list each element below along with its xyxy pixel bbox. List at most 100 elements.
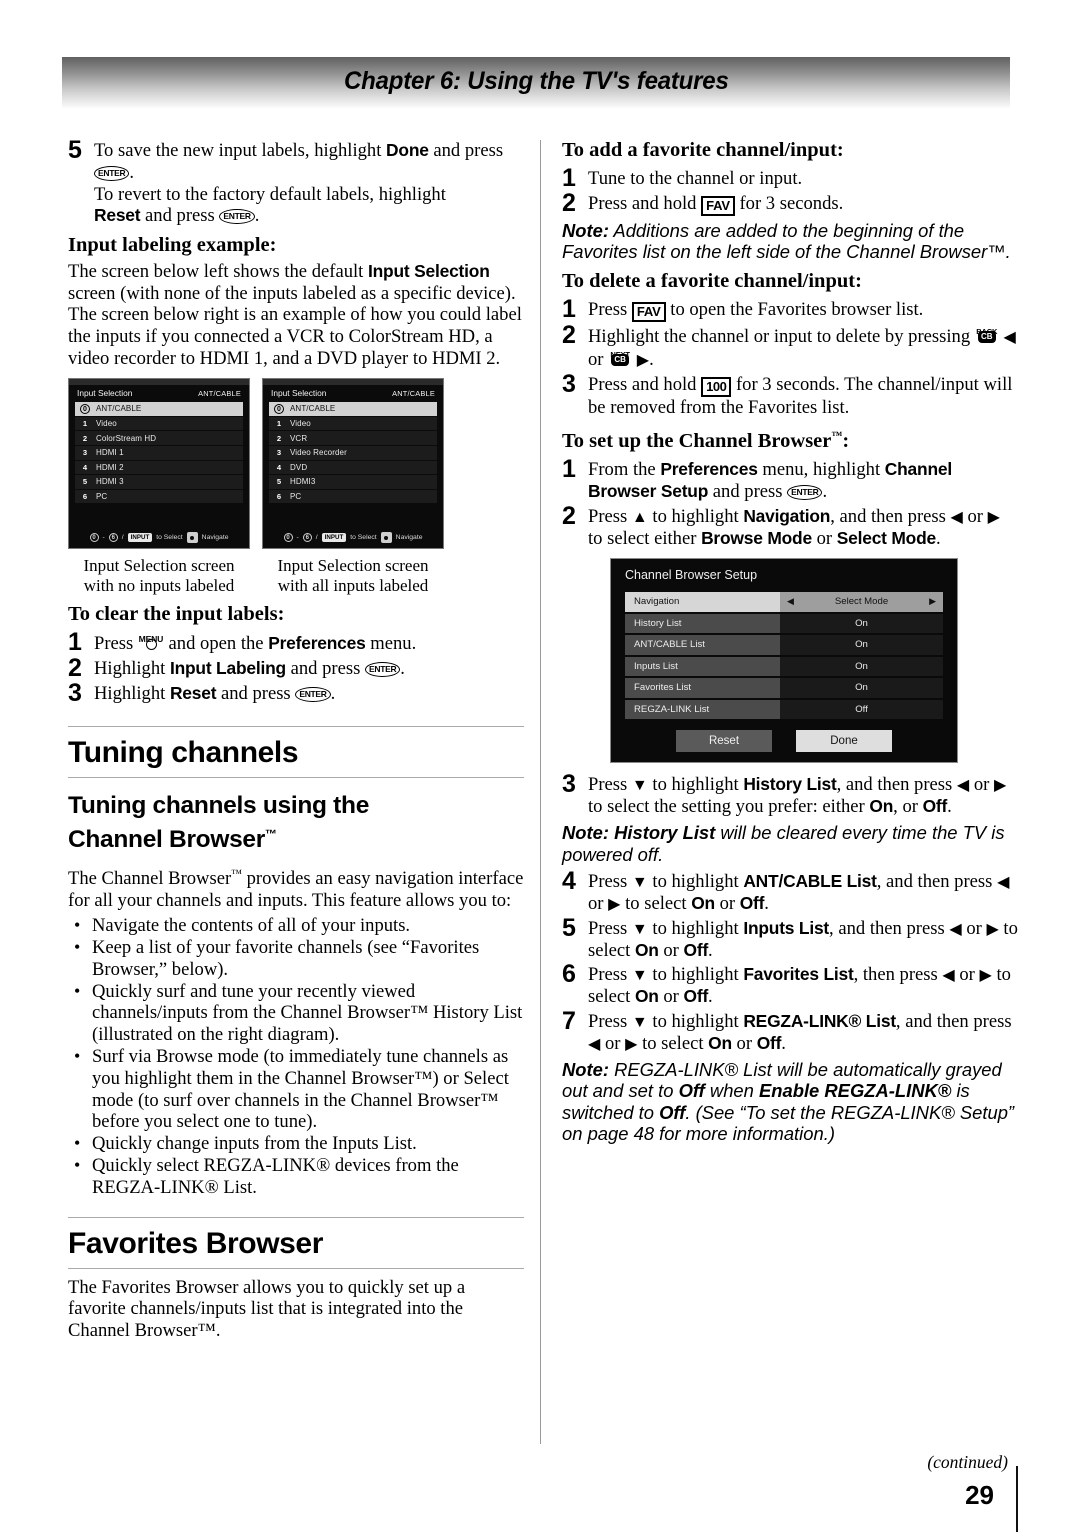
text-run: or	[658, 986, 684, 1008]
fav-key-icon: FAV	[631, 301, 666, 322]
text-run: to highlight	[647, 964, 744, 986]
step-text: Tune to the channel or input.	[588, 168, 803, 189]
osd-title-bar: Input Selection ANT/CABLE	[69, 385, 249, 402]
dpad-icon	[186, 532, 198, 544]
cbs-row-value[interactable]: On	[780, 635, 943, 655]
cbs-row-value[interactable]: ◀ Select Mode ▶	[780, 592, 943, 612]
select-mode-label: Select Mode	[836, 527, 936, 548]
step-text: Press ▼ to highlight Inputs List, and th…	[588, 916, 1018, 962]
left-arrow-icon: ◀	[997, 874, 1010, 892]
text-run: or	[588, 892, 609, 914]
text-run: , and then press	[836, 774, 957, 796]
step-number: 1	[562, 294, 576, 323]
osd-item-label: DVD	[290, 462, 308, 472]
left-arrow-icon[interactable]: ◀	[787, 592, 794, 612]
osd-list-item[interactable]: 4 DVD	[269, 460, 437, 475]
note-bold-term: History List	[614, 821, 716, 843]
osd-list-item[interactable]: 5 HDMI 3	[75, 475, 243, 489]
on-label: On	[691, 892, 715, 913]
osd-list-item[interactable]: 3 Video Recorder	[269, 445, 437, 460]
step-text: Press FAV to open the Favorites browser …	[588, 297, 1018, 322]
cbs-row-navigation[interactable]: Navigation ◀ Select Mode ▶	[625, 592, 943, 612]
step-text: Press and hold 100 for 3 seconds. The ch…	[588, 372, 1018, 419]
osd-item-number: 2	[276, 433, 282, 443]
step-number: 5	[68, 136, 82, 164]
text-run: and press	[285, 658, 365, 680]
on-label: On	[869, 796, 894, 817]
off-label: Off	[659, 1101, 686, 1123]
reset-label: Reset	[94, 205, 141, 226]
right-arrow-icon[interactable]: ▶	[929, 592, 936, 612]
osd-channel-browser-setup: Channel Browser Setup Navigation ◀ Selec…	[610, 558, 958, 764]
osd-list-item[interactable]: 4 HDMI 2	[75, 460, 243, 475]
setup-step-1: 1 From the Preferences menu, highlight C…	[562, 457, 1018, 503]
text-run: or	[588, 348, 609, 370]
bullet-text: Navigate the contents of all of your inp…	[92, 915, 411, 937]
down-arrow-icon: ▼	[631, 874, 648, 892]
note-label: Note:	[562, 821, 615, 843]
osd-slash: /	[315, 534, 318, 542]
cbs-row-favorites-list[interactable]: Favorites List On	[625, 678, 943, 698]
heading-text: To set up the Channel Browser	[562, 430, 832, 453]
step-number: 3	[562, 770, 576, 799]
osd-to-select: to Select	[156, 534, 183, 542]
text-run: Press and hold	[588, 192, 702, 214]
osd-item-label: HDMI 3	[96, 477, 124, 487]
cbs-row-value[interactable]: On	[780, 678, 943, 698]
osd-list-item[interactable]: 1 Video	[269, 416, 437, 431]
osd-item-label: HDMI 1	[96, 448, 124, 458]
osd-item-label: ColorStream HD	[96, 433, 157, 443]
step-number: 6	[562, 960, 576, 989]
reset-button[interactable]: Reset	[676, 730, 772, 753]
cbs-row-regza-link-list[interactable]: REGZA-LINK List Off	[625, 699, 943, 720]
chapter-header-band: Chapter 6: Using the TV's features	[62, 57, 1010, 109]
osd-list-item[interactable]: 6 PC	[269, 489, 437, 504]
osd-list-item[interactable]: 6 PC	[75, 489, 243, 504]
cbs-row-label: Navigation	[625, 592, 780, 612]
off-label: Off	[683, 939, 709, 960]
cbs-row-label: ANT/CABLE List	[625, 635, 780, 655]
list-item: • Keep a list of your favorite channels (…	[68, 937, 524, 981]
cbs-row-value[interactable]: On	[780, 613, 943, 634]
osd-key-6: 6	[108, 533, 118, 543]
osd-list-item[interactable]: 2 VCR	[269, 431, 437, 445]
osd-list-item[interactable]: 3 HDMI 1	[75, 445, 243, 460]
osd-help-bar: 0 - 6 / INPUT to Select Navigate	[69, 530, 249, 544]
osd-list-item[interactable]: 0 ANT/CABLE	[269, 402, 437, 416]
text-run: , then press	[853, 964, 943, 986]
cbs-row-value[interactable]: On	[780, 656, 943, 677]
cbs-row-history-list[interactable]: History List On	[625, 613, 943, 634]
osd-item-label: Video Recorder	[290, 448, 347, 458]
text-run: or	[962, 505, 988, 527]
enter-key-icon: ENTER	[94, 165, 130, 181]
menu-key-icon: MENU	[138, 632, 164, 652]
osd-navigate: Navigate	[201, 534, 229, 542]
osd-item-number: 5	[276, 477, 282, 487]
continued-label: (continued)	[927, 1452, 1008, 1472]
step-number: 3	[562, 369, 576, 398]
osd-title: Input Selection	[77, 388, 133, 399]
osd-dash: -	[296, 534, 299, 542]
text-run: to highlight	[647, 774, 744, 796]
done-button[interactable]: Done	[796, 730, 892, 753]
cbs-row-value[interactable]: Off	[780, 699, 943, 720]
osd-list-item[interactable]: 0 ANT/CABLE	[75, 402, 243, 416]
text-run: to select	[620, 892, 692, 914]
osd-list-item[interactable]: 1 Video	[75, 416, 243, 431]
preferences-label: Preferences	[268, 633, 366, 654]
cbs-row-inputs-list[interactable]: Inputs List On	[625, 656, 943, 677]
step-number: 1	[68, 628, 82, 657]
osd-item-number: 1	[276, 419, 282, 429]
text-run: Highlight	[94, 682, 170, 704]
text-run: or	[714, 892, 740, 914]
bullet-text: Quickly select REGZA-LINK® devices from …	[92, 1155, 459, 1198]
osd-input-selection-labeled: Input Selection ANT/CABLE 0 ANT/CABLE 1 Vi…	[262, 378, 444, 550]
text-run: screen (with none of the inputs labeled …	[68, 282, 522, 369]
text-run: The Channel Browser	[68, 868, 232, 890]
text-run: .	[708, 939, 713, 961]
cbs-row-ant-cable-list[interactable]: ANT/CABLE List On	[625, 635, 943, 655]
cbs-setting-rows: Navigation ◀ Select Mode ▶ History List …	[611, 592, 957, 720]
clear-step-2: 2 Highlight Input Labeling and press ENT…	[68, 656, 524, 681]
osd-list-item[interactable]: 5 HDMI3	[269, 475, 437, 489]
osd-list-item[interactable]: 2 ColorStream HD	[75, 431, 243, 445]
